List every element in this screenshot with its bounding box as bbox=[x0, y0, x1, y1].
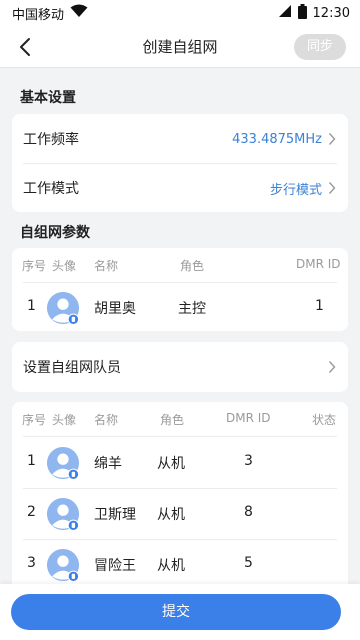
col-avatar: 头像 bbox=[52, 413, 77, 427]
member-dmr-id: 5 bbox=[244, 555, 253, 571]
table-header: 序号 头像 名称 角色 DMR ID bbox=[12, 248, 348, 280]
mode-row[interactable]: 工作模式 步行模式 bbox=[12, 163, 348, 212]
signal-icon bbox=[278, 4, 292, 22]
avatar bbox=[46, 291, 80, 325]
member-name: 冒险王 bbox=[94, 558, 136, 574]
col-name: 名称 bbox=[94, 413, 119, 427]
network-params-title: 自组网参数 bbox=[20, 225, 90, 241]
status-bar: 中国移动 12:30 bbox=[0, 0, 360, 26]
col-dmr: DMR ID bbox=[296, 257, 341, 271]
col-index: 序号 bbox=[22, 259, 47, 273]
col-avatar: 头像 bbox=[52, 259, 77, 273]
divider bbox=[23, 436, 337, 437]
chevron-right-icon bbox=[328, 182, 336, 194]
row-index: 3 bbox=[27, 555, 36, 571]
mode-value: 步行模式 bbox=[269, 182, 322, 198]
table-row[interactable]: 1 绵羊 从机 3 bbox=[12, 438, 348, 488]
avatar bbox=[46, 497, 80, 531]
mode-label: 工作模式 bbox=[23, 181, 79, 197]
member-dmr-id: 3 bbox=[244, 453, 253, 469]
table-row: 1 胡里奥 主控 1 bbox=[12, 283, 348, 331]
col-dmr: DMR ID bbox=[226, 411, 271, 425]
chevron-right-icon bbox=[328, 133, 336, 145]
member-role: 从机 bbox=[157, 456, 185, 472]
col-status: 状态 bbox=[312, 413, 337, 427]
avatar bbox=[46, 446, 80, 480]
avatar bbox=[46, 548, 80, 582]
col-role: 角色 bbox=[160, 413, 185, 427]
footer-bar: 提交 bbox=[0, 584, 360, 640]
sync-button[interactable]: 同步 bbox=[294, 34, 346, 60]
member-dmr-id: 1 bbox=[315, 298, 324, 314]
member-name: 卫斯理 bbox=[94, 507, 136, 523]
member-name: 胡里奥 bbox=[94, 301, 136, 317]
table-row[interactable]: 3 冒险王 从机 5 bbox=[12, 540, 348, 590]
member-role: 从机 bbox=[157, 558, 185, 574]
member-dmr-id: 8 bbox=[244, 504, 253, 520]
basic-settings-card: 工作频率 433.4875MHz 工作模式 步行模式 bbox=[12, 114, 348, 212]
member-name: 绵羊 bbox=[94, 456, 122, 472]
set-members-row[interactable]: 设置自组网队员 bbox=[12, 342, 348, 392]
frequency-row[interactable]: 工作频率 433.4875MHz bbox=[12, 114, 348, 164]
frequency-value: 433.4875MHz bbox=[232, 131, 322, 147]
wifi-icon bbox=[70, 4, 88, 22]
chevron-right-icon bbox=[328, 361, 336, 373]
app-bar: 创建自组网 同步 bbox=[0, 26, 360, 68]
member-role: 主控 bbox=[178, 301, 206, 317]
col-name: 名称 bbox=[94, 259, 119, 273]
basic-settings-title: 基本设置 bbox=[20, 90, 76, 106]
set-members-card: 设置自组网队员 bbox=[12, 342, 348, 392]
network-params-card: 序号 头像 名称 角色 DMR ID 1 胡里奥 主控 1 bbox=[12, 248, 348, 331]
row-index: 1 bbox=[27, 453, 36, 469]
frequency-label: 工作频率 bbox=[23, 132, 79, 148]
row-index: 1 bbox=[27, 298, 36, 314]
member-role: 从机 bbox=[157, 507, 185, 523]
table-header: 序号 头像 名称 角色 DMR ID 状态 bbox=[12, 402, 348, 434]
set-members-label: 设置自组网队员 bbox=[23, 360, 121, 376]
carrier-name: 中国移动 bbox=[12, 7, 65, 23]
col-role: 角色 bbox=[180, 259, 205, 273]
row-index: 2 bbox=[27, 504, 36, 520]
table-row[interactable]: 2 卫斯理 从机 8 bbox=[12, 489, 348, 539]
submit-button[interactable]: 提交 bbox=[11, 594, 341, 630]
battery-icon bbox=[297, 3, 307, 23]
clock-time: 12:30 bbox=[312, 5, 350, 21]
col-index: 序号 bbox=[22, 413, 47, 427]
members-card: 序号 头像 名称 角色 DMR ID 状态 1 绵羊 从机 3 2 卫斯理 从机 bbox=[12, 402, 348, 592]
